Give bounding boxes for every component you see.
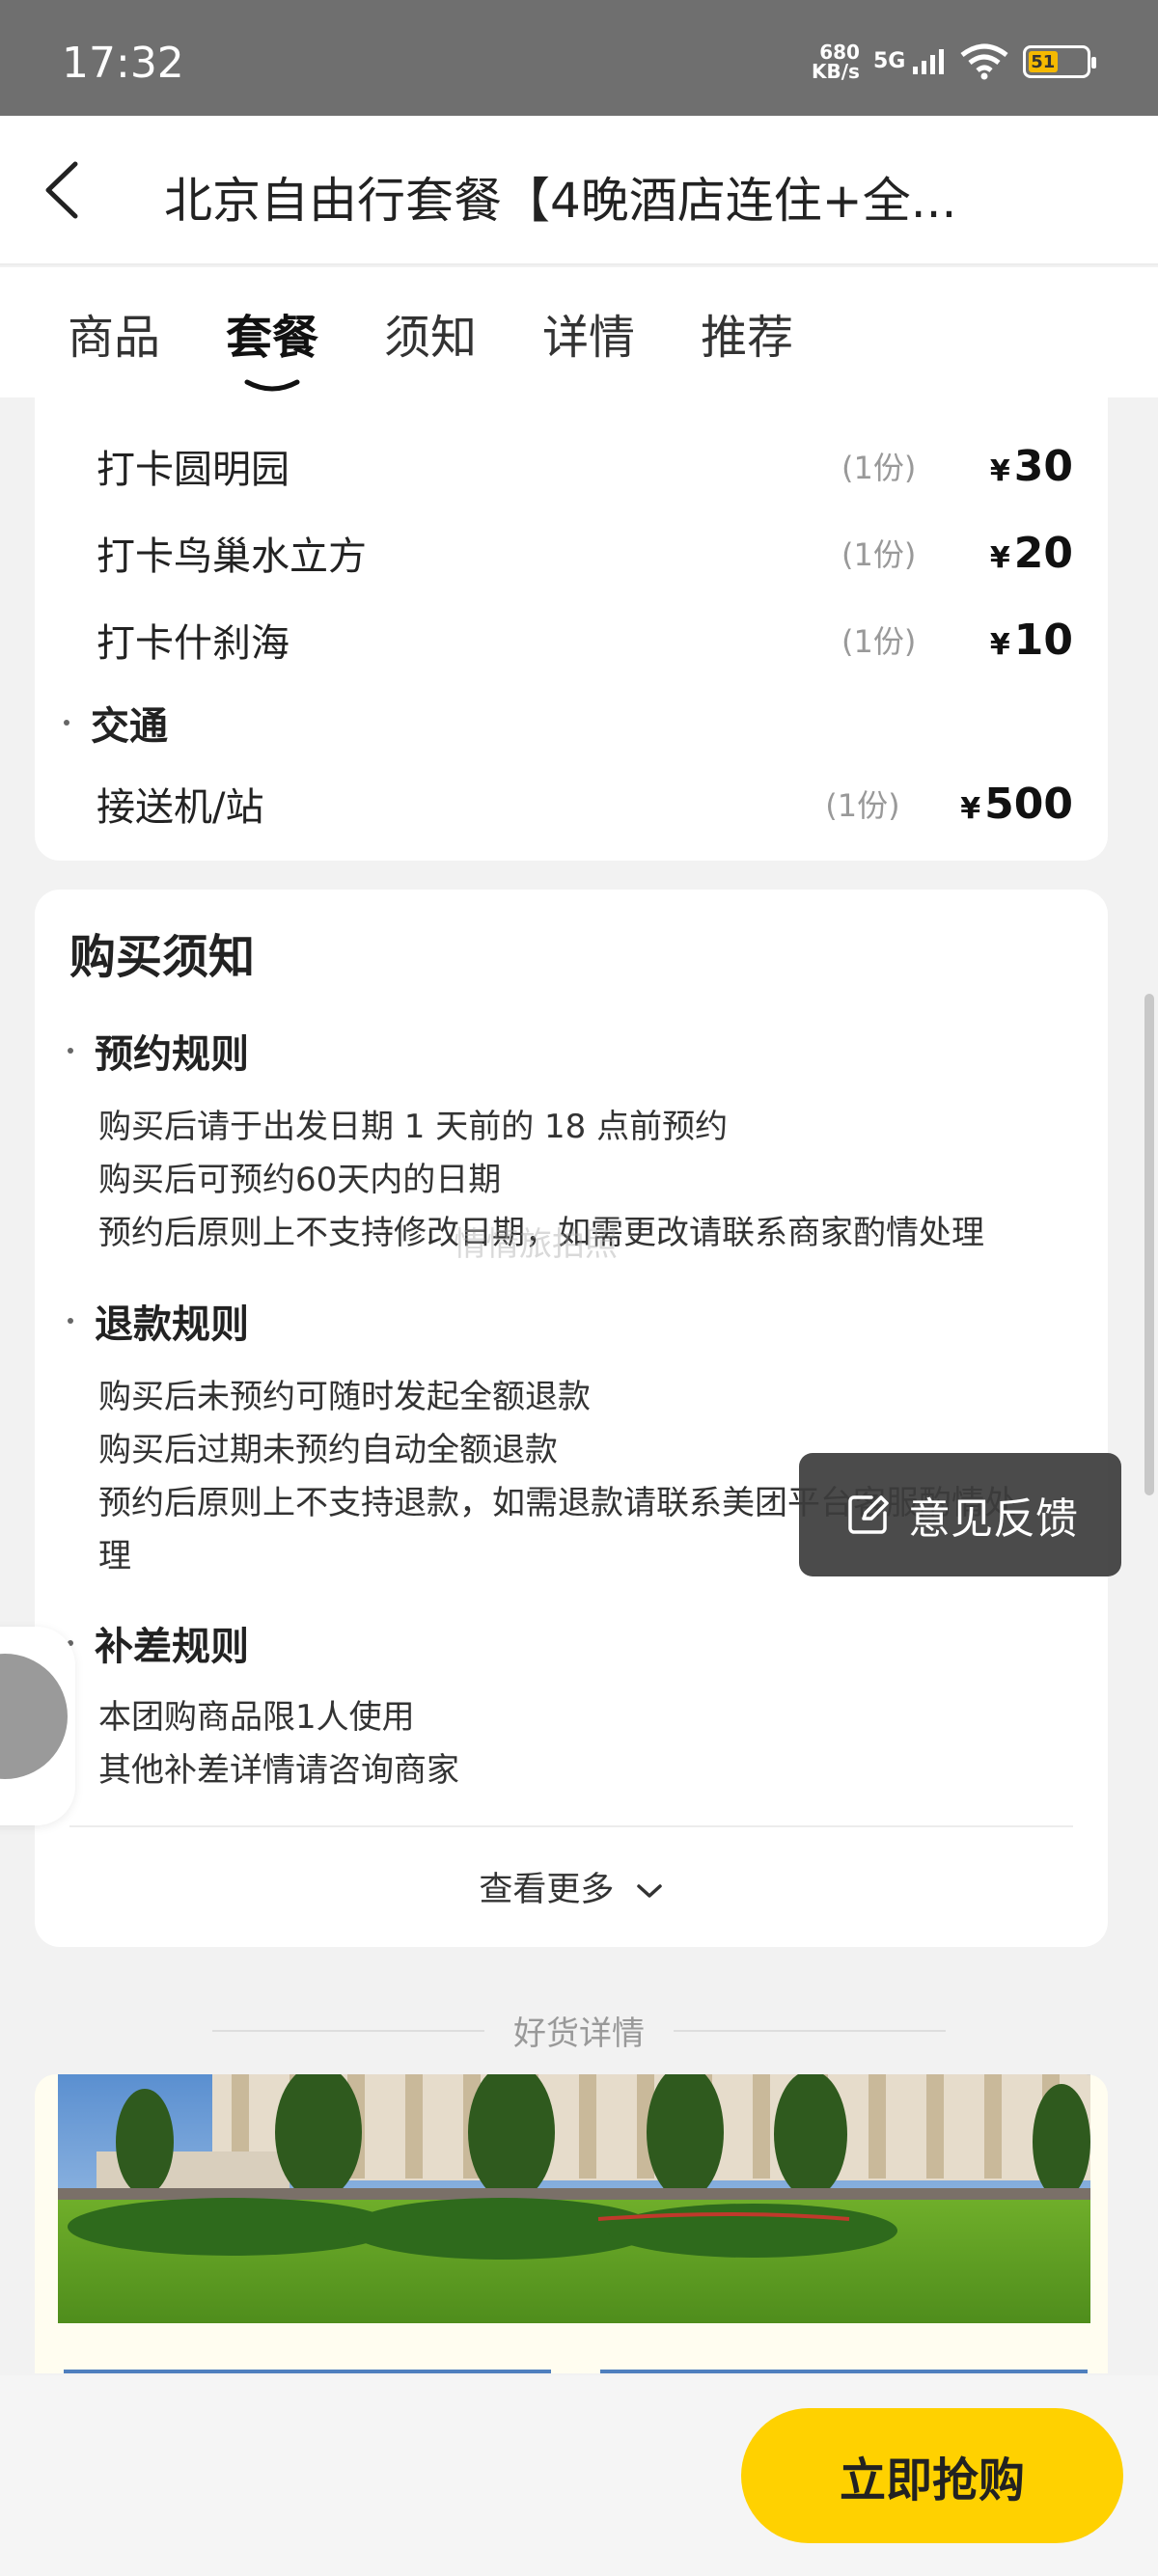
item-qty: (1份) [841, 536, 917, 573]
tab-product[interactable]: 商品 [68, 299, 160, 367]
refund-rules-heading: 退款规则 [68, 1293, 249, 1349]
category-transport: 交通 [64, 695, 168, 751]
package-item: 打卡鸟巢水立方 (1份) ¥20 [96, 525, 1073, 581]
chevron-down-icon [636, 1884, 662, 1898]
side-avatar [0, 1654, 68, 1779]
details-section-label: 好货详情 [513, 2014, 645, 2053]
battery-icon: 51 [1023, 45, 1096, 78]
item-price: ¥10 [989, 615, 1073, 665]
wifi-icon [960, 43, 1008, 80]
details-image-card [35, 2074, 1108, 2373]
item-qty: (1份) [825, 787, 900, 824]
item-name: 打卡什刹海 [96, 621, 290, 666]
back-arrow-icon [45, 161, 78, 219]
nav-header: 北京自由行套餐【4晚酒店连住+全... [0, 116, 1158, 265]
back-button[interactable] [37, 156, 95, 224]
tab-package[interactable]: 套餐 [226, 299, 318, 391]
status-icons: 680 KB/s 5G 51 [812, 41, 1096, 83]
package-items-card: 打卡圆明园 (1份) ¥30 打卡鸟巢水立方 (1份) ¥20 打卡什刹海 (1… [35, 397, 1108, 861]
watermark: 情情旅拍照 [454, 1225, 618, 1264]
package-item: 接送机/站 (1份) ¥500 [96, 776, 1073, 832]
rule-line: 本团购商品限1人使用 [98, 1698, 415, 1737]
feedback-button[interactable]: 意见反馈 [799, 1453, 1121, 1576]
see-more-button[interactable]: 查看更多 [35, 1862, 1108, 1911]
rule-line: 购买后请于出发日期 1 天前的 18 点前预约 [98, 1108, 729, 1146]
item-name: 接送机/站 [96, 785, 264, 830]
tab-details[interactable]: 详情 [542, 299, 635, 367]
status-time: 17:32 [62, 39, 184, 88]
rule-line: 购买后未预约可随时发起全额退款 [98, 1378, 591, 1416]
buy-now-button[interactable]: 立即抢购 [741, 2408, 1123, 2543]
photo-tabs [64, 2370, 1096, 2373]
bullet-dot [68, 1318, 73, 1324]
signal-icon: 5G [873, 49, 946, 74]
purchase-notice-card: 购买须知 预约规则 购买后请于出发日期 1 天前的 18 点前预约 购买后可预约… [35, 890, 1108, 1947]
scrollbar[interactable] [1144, 994, 1154, 1495]
bullet-dot [64, 720, 69, 726]
feedback-edit-icon [848, 1495, 889, 1534]
item-name: 打卡鸟巢水立方 [96, 534, 367, 579]
booking-rules-heading: 预约规则 [68, 1023, 249, 1079]
tab-notice[interactable]: 须知 [384, 299, 477, 367]
status-bar: 17:32 680 KB/s 5G 51 [0, 0, 1158, 116]
rule-line: 购买后可预约60天内的日期 [98, 1161, 502, 1199]
net-speed: 680 KB/s [812, 41, 860, 83]
landmark-photo[interactable] [58, 2074, 1090, 2323]
item-price: ¥30 [989, 441, 1073, 491]
page-title: 北京自由行套餐【4晚酒店连住+全... [164, 173, 957, 229]
item-qty: (1份) [841, 450, 917, 486]
item-price: ¥20 [989, 528, 1073, 578]
side-float-button[interactable] [0, 1627, 75, 1825]
divider [69, 1825, 1073, 1827]
details-section-divider: 好货详情 [212, 2007, 946, 2054]
rule-line: 其他补差详情请咨询商家 [98, 1751, 459, 1790]
tab-recommend[interactable]: 推荐 [701, 299, 793, 367]
bullet-dot [68, 1048, 73, 1054]
item-qty: (1份) [841, 623, 917, 660]
package-item: 打卡圆明园 (1份) ¥30 [96, 438, 1073, 494]
item-name: 打卡圆明园 [96, 448, 290, 492]
tab-bar: 商品 套餐 须知 详情 推荐 [0, 267, 1158, 397]
tab-active-indicator [244, 379, 300, 391]
supplement-rules-heading: 补差规则 [68, 1615, 249, 1671]
notice-title: 购买须知 [69, 930, 256, 984]
package-item: 打卡什刹海 (1份) ¥10 [96, 612, 1073, 668]
item-price: ¥500 [960, 779, 1073, 829]
